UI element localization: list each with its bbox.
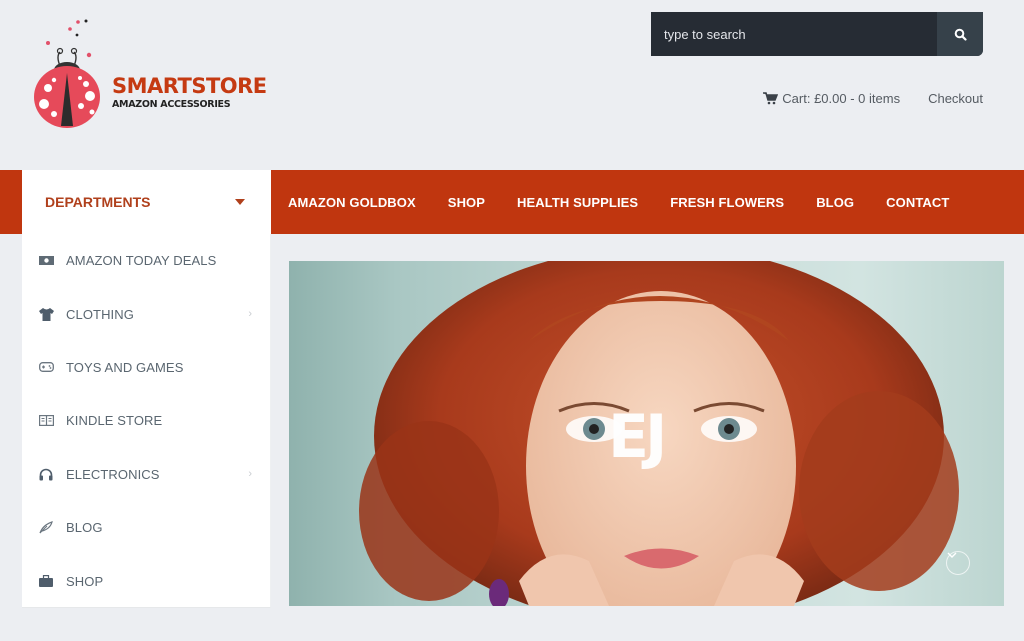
sidebar-item-label: ELECTRONICS <box>66 466 160 482</box>
sidebar-item-amazon-today-deals[interactable]: AMAZON TODAY DEALS <box>22 234 270 287</box>
nav-menu: AMAZON GOLDBOX SHOP HEALTH SUPPLIES FRES… <box>272 170 965 234</box>
store-logo[interactable]: SMARTSTORE AMAZON ACCESSORIES <box>34 18 267 133</box>
caret-down-icon <box>235 199 245 205</box>
nav-item-blog[interactable]: BLOG <box>800 195 870 210</box>
checkout-link[interactable]: Checkout <box>928 91 983 106</box>
sidebar-item-blog[interactable]: BLOG <box>22 501 270 554</box>
departments-sidebar: AMAZON TODAY DEALS CLOTHING › TOYS AND G… <box>22 234 271 608</box>
search-icon <box>954 28 967 41</box>
departments-toggle[interactable]: DEPARTMENTS <box>22 170 271 234</box>
hero-slider[interactable]: EJ <box>289 261 1004 606</box>
sidebar-item-label: CLOTHING <box>66 306 134 322</box>
search-input[interactable] <box>651 12 937 56</box>
chevron-right-icon: › <box>248 308 252 321</box>
hero-brand-logo: EJ <box>608 402 667 472</box>
feather-icon <box>38 521 54 535</box>
departments-label: DEPARTMENTS <box>45 194 151 210</box>
cart-summary: Cart: £0.00 - 0 items <box>782 91 901 106</box>
chevron-down-icon <box>947 552 957 558</box>
book-icon <box>38 414 54 428</box>
sidebar-item-label: KINDLE STORE <box>66 413 163 429</box>
cart-row: Cart: £0.00 - 0 items Checkout <box>763 91 983 106</box>
tshirt-icon <box>38 307 54 321</box>
cart-icon <box>763 92 779 105</box>
sidebar-item-toys-and-games[interactable]: TOYS AND GAMES <box>22 341 270 394</box>
sidebar-item-label: BLOG <box>66 520 103 536</box>
gamepad-icon <box>38 360 54 374</box>
ladybug-icon <box>34 19 100 128</box>
nav-item-amazon-goldbox[interactable]: AMAZON GOLDBOX <box>272 195 432 210</box>
scroll-down-button[interactable] <box>946 551 970 575</box>
cart-link[interactable]: Cart: £0.00 - 0 items <box>763 91 900 106</box>
sidebar-item-clothing[interactable]: CLOTHING › <box>22 287 270 340</box>
search-bar <box>651 12 983 56</box>
search-button[interactable] <box>937 12 983 56</box>
sidebar-item-shop[interactable]: SHOP <box>22 554 270 607</box>
sidebar-item-label: TOYS AND GAMES <box>66 359 184 375</box>
nav-item-shop[interactable]: SHOP <box>432 195 501 210</box>
nav-item-health-supplies[interactable]: HEALTH SUPPLIES <box>501 195 654 210</box>
sidebar-item-electronics[interactable]: ELECTRONICS › <box>22 448 270 501</box>
sidebar-item-kindle-store[interactable]: KINDLE STORE <box>22 394 270 447</box>
brand-tagline: AMAZON ACCESSORIES <box>112 99 231 110</box>
chevron-right-icon: › <box>248 468 252 481</box>
sidebar-item-label: SHOP <box>66 573 104 589</box>
briefcase-icon <box>38 574 54 588</box>
nav-item-contact[interactable]: CONTACT <box>870 195 965 210</box>
brand-name: SMARTSTORE <box>112 74 267 98</box>
headphones-icon <box>38 467 54 481</box>
money-icon <box>38 254 54 268</box>
nav-item-fresh-flowers[interactable]: FRESH FLOWERS <box>654 195 800 210</box>
sidebar-item-label: AMAZON TODAY DEALS <box>66 253 217 269</box>
